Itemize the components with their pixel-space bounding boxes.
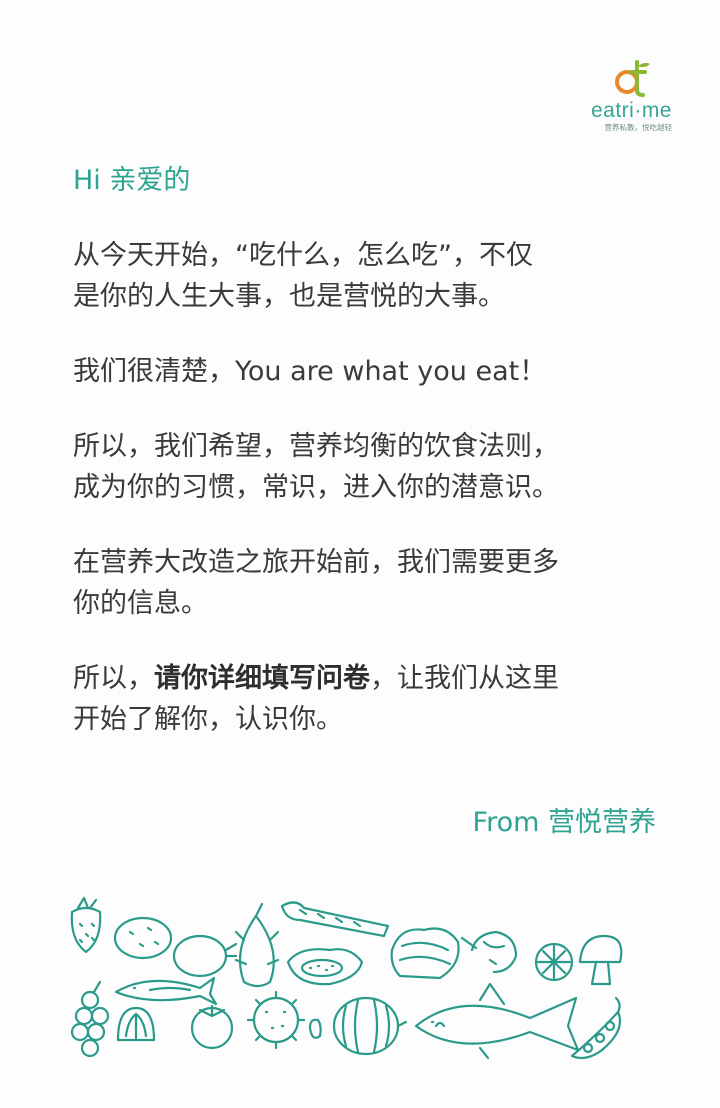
persimmon-icon [190, 1004, 234, 1050]
welcome-letter: Hi 亲爱的 从今天开始，“吃什么，怎么吃”，不仅 是你的人生大事，也是营悦的大… [73, 160, 663, 740]
dragon-fruit-icon [234, 902, 280, 988]
paragraph-5-suffix: ，让我们从这里 [370, 663, 559, 694]
kiwano-icon [246, 990, 306, 1050]
paragraph-3: 所以，我们希望，营养均衡的饮食法则， 成为你的习惯，常识，进入你的潜意识。 [73, 426, 663, 508]
paragraph-4-line-2: 你的信息。 [73, 588, 208, 619]
signature: From 营悦营养 [472, 807, 656, 838]
questionnaire-emphasis: 请你详细填写问卷 [154, 663, 370, 694]
paragraph-2: 我们很清楚，You are what you eat！ [73, 351, 663, 392]
kiwi-icon [172, 934, 238, 978]
strawberry-icon [70, 896, 102, 954]
paragraph-5-prefix: 所以， [73, 663, 154, 694]
clam-icon [116, 1006, 156, 1042]
logo-tagline: 营养私教，悦吃越轻 [604, 123, 673, 132]
logo-wordmark: eatri·me [590, 99, 672, 122]
paragraph-4: 在营养大改造之旅开始前，我们需要更多 你的信息。 [73, 542, 663, 624]
paragraph-1-line-1: 从今天开始，“吃什么，怎么吃”，不仅 [73, 240, 533, 271]
shrimp-icon [460, 930, 518, 974]
food-illustration [70, 896, 623, 1060]
sardine-icon [114, 976, 218, 1006]
brand-logo: eatri·me 营养私教，悦吃越轻 [572, 58, 672, 133]
paragraph-2-line-1: 我们很清楚，You are what you eat！ [73, 356, 547, 387]
pea-pod-icon [570, 996, 622, 1060]
asparagus-icon [280, 901, 390, 938]
paragraph-1-line-2: 是你的人生大事，也是营悦的大事。 [73, 281, 505, 312]
grapes-icon [70, 980, 110, 1058]
potato-icon [113, 916, 173, 960]
paragraph-4-line-1: 在营养大改造之旅开始前，我们需要更多 [73, 547, 559, 578]
papaya-icon [286, 948, 364, 986]
greeting: Hi 亲爱的 [73, 165, 191, 196]
watermelon-icon [332, 996, 408, 1056]
peanut-icon [308, 1018, 322, 1039]
lime-icon [534, 942, 574, 982]
paragraph-5-line-2: 开始了解你，认识你。 [73, 704, 343, 735]
paragraph-5-line-1: 所以，请你详细填写问卷，让我们从这里 [73, 658, 663, 699]
paragraph-3-line-1: 所以，我们希望，营养均衡的饮食法则， [73, 431, 559, 462]
eatrime-logo-icon [615, 60, 650, 97]
paragraph-3-line-2: 成为你的习惯，常识，进入你的潜意识。 [73, 472, 559, 503]
tuna-icon [414, 982, 580, 1060]
salmon-slices-icon [390, 927, 460, 980]
paragraph-1: 从今天开始，“吃什么，怎么吃”，不仅 是你的人生大事，也是营悦的大事。 [73, 235, 663, 317]
paragraph-5: 所以，请你详细填写问卷，让我们从这里 开始了解你，认识你。 [73, 658, 663, 740]
mushroom-icon [578, 934, 623, 986]
